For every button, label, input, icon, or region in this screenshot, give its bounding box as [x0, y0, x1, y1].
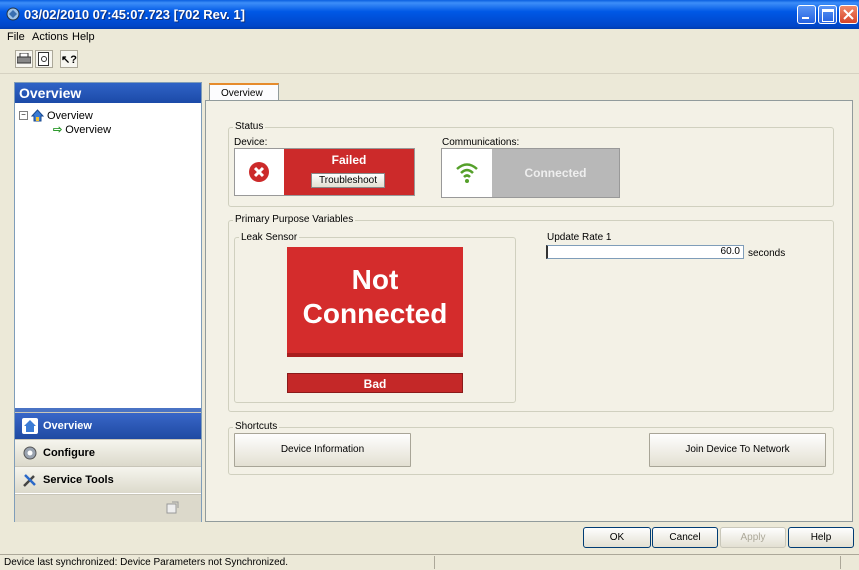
leak-sensor-quality-badge: Bad: [287, 373, 463, 393]
print-preview-icon: [38, 52, 49, 66]
tree-item-overview-child[interactable]: ⇨ Overview: [53, 123, 112, 137]
communications-connected-panel: Connected: [492, 149, 619, 197]
tree-collapse-icon[interactable]: −: [19, 111, 28, 120]
help-button[interactable]: Help: [788, 527, 854, 548]
leak-sensor-value-display: Not Connected: [287, 247, 463, 357]
print-preview-button[interactable]: [35, 50, 53, 68]
maximize-icon: [822, 9, 834, 22]
status-bar: Device last synchronized: Device Paramet…: [0, 554, 859, 570]
nav-header: Overview: [15, 83, 201, 103]
context-help-button[interactable]: ↖?: [60, 50, 78, 68]
update-rate-unit: seconds: [748, 248, 786, 259]
menu-file[interactable]: File: [7, 31, 25, 43]
leak-sensor-value-line2: Connected: [302, 298, 448, 329]
device-failed-panel: Failed Troubleshoot: [284, 149, 414, 195]
nav-button-overview-label: Overview: [43, 420, 92, 432]
tree-child-label: Overview: [65, 123, 112, 136]
app-icon: [6, 7, 20, 21]
toolbar: ↖?: [0, 45, 859, 74]
printer-icon: [17, 53, 31, 64]
nav-button-service-tools[interactable]: Service Tools: [15, 466, 201, 493]
title-bar[interactable]: 03/02/2010 07:45:07.723 [702 Rev. 1]: [0, 0, 859, 29]
troubleshoot-button[interactable]: Troubleshoot: [311, 173, 385, 188]
leak-sensor-label: Leak Sensor: [239, 232, 300, 243]
nav-button-overview[interactable]: Overview: [15, 412, 201, 439]
status-group-label: Status: [233, 121, 266, 132]
home-icon: [22, 418, 38, 434]
ok-button[interactable]: OK: [583, 527, 651, 548]
join-device-to-network-button[interactable]: Join Device To Network: [649, 433, 826, 467]
status-bar-divider: [434, 556, 435, 569]
cancel-button[interactable]: Cancel: [652, 527, 718, 548]
nav-button-configure[interactable]: Configure: [15, 439, 201, 466]
device-status-indicator: Failed Troubleshoot: [234, 148, 415, 196]
navigation-panel: Overview − Overview ⇨ Overview Overview …: [14, 82, 202, 522]
close-icon: [843, 9, 854, 20]
home-icon: [31, 109, 44, 122]
menu-help[interactable]: Help: [72, 31, 95, 43]
maximize-button[interactable]: [818, 5, 837, 24]
device-label: Device:: [234, 137, 268, 148]
tab-overview-label: Overview: [221, 88, 263, 99]
communications-status-indicator: Connected: [441, 148, 620, 198]
window-title: 03/02/2010 07:45:07.723 [702 Rev. 1]: [24, 7, 245, 22]
close-button[interactable]: [839, 5, 858, 24]
print-button[interactable]: [15, 50, 33, 68]
shortcuts-group-label: Shortcuts: [233, 421, 280, 432]
status-bar-text: Device last synchronized: Device Paramet…: [4, 557, 289, 568]
update-rate-label: Update Rate 1: [547, 232, 612, 243]
nav-footer: [15, 494, 201, 522]
menu-actions[interactable]: Actions: [32, 31, 68, 43]
update-rate-field[interactable]: 60.0: [546, 245, 744, 259]
context-help-icon: ↖?: [61, 53, 77, 66]
menu-bar: File Actions Help: [0, 29, 859, 45]
nav-tree: − Overview ⇨ Overview: [15, 103, 201, 408]
configure-icon: [23, 446, 37, 460]
ppv-group-label: Primary Purpose Variables: [233, 214, 356, 225]
tools-icon: [23, 474, 36, 487]
tree-root-label: Overview: [47, 109, 93, 122]
nav-button-configure-label: Configure: [43, 447, 95, 459]
arrow-right-icon: ⇨: [53, 124, 63, 136]
apply-button[interactable]: Apply: [720, 527, 786, 548]
leak-sensor-value-line1: Not: [351, 264, 399, 295]
nav-button-service-tools-label: Service Tools: [43, 474, 114, 486]
minimize-icon: [802, 17, 809, 19]
minimize-button[interactable]: [797, 5, 816, 24]
nav-header-title: Overview: [19, 85, 82, 101]
wireless-signal-icon: [456, 163, 478, 183]
status-bar-divider: [840, 556, 841, 569]
error-icon: [249, 162, 269, 182]
communications-label: Communications:: [442, 137, 520, 148]
communications-status-text: Connected: [524, 166, 587, 180]
device-status-text: Failed: [331, 153, 367, 167]
update-rate-value: 60.0: [720, 246, 740, 257]
tree-item-overview-root[interactable]: − Overview: [19, 109, 93, 122]
device-information-button[interactable]: Device Information: [234, 433, 411, 467]
nav-configure-menu-icon[interactable]: [165, 501, 179, 515]
